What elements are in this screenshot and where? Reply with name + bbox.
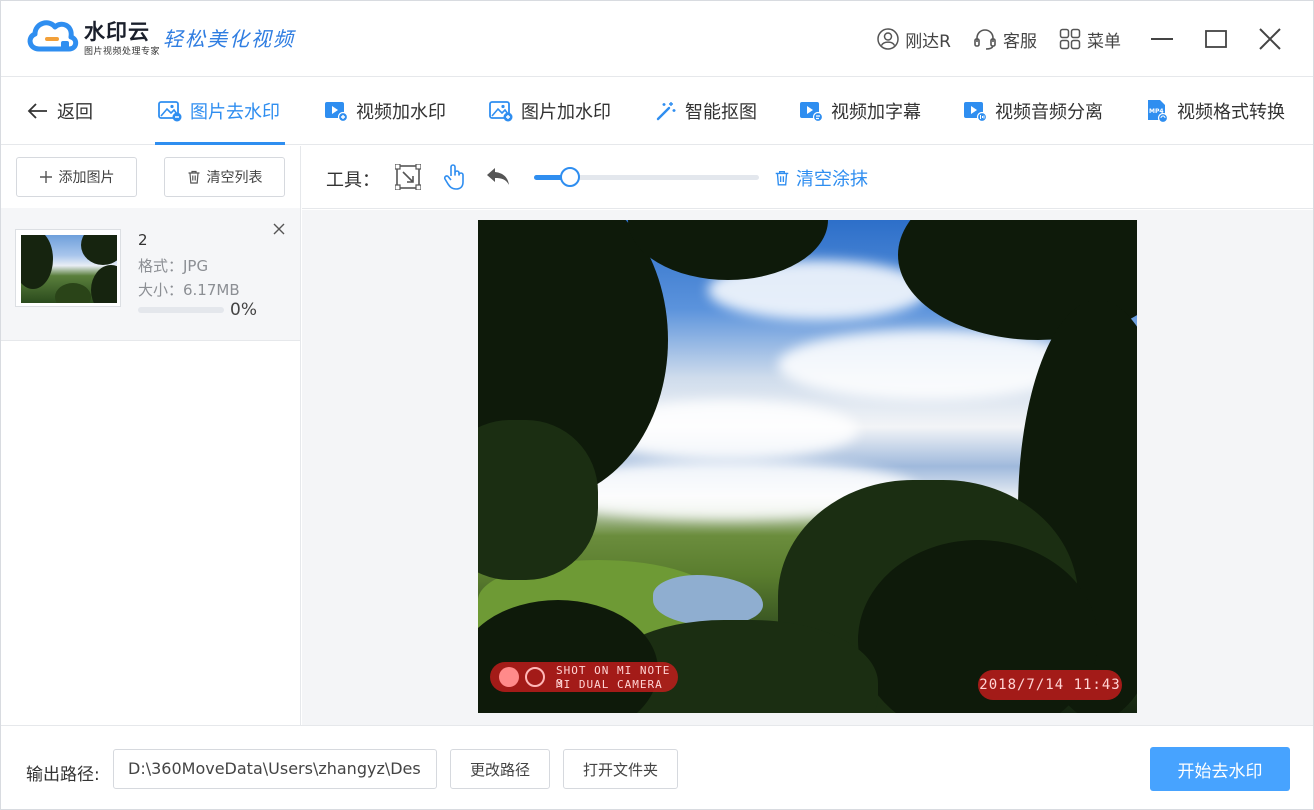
slogan: 轻松美化视频 bbox=[163, 27, 295, 51]
preview-image[interactable]: SHOT ON MI NOTE 3 MI DUAL CAMERA 2018/7/… bbox=[478, 220, 1137, 713]
brand-name: 水印云 bbox=[84, 20, 150, 44]
file-progress-percent: 0% bbox=[230, 300, 257, 320]
menu-label: 菜单 bbox=[1087, 31, 1121, 52]
open-folder-button[interactable]: 打开文件夹 bbox=[563, 749, 678, 789]
resize-box-icon bbox=[395, 164, 421, 190]
output-footer: 输出路径: D:\360MoveData\Users\zhangyz\Des 更… bbox=[1, 725, 1313, 809]
grid-menu-icon bbox=[1059, 28, 1081, 50]
hand-pointer-icon bbox=[443, 164, 464, 190]
back-label: 返回 bbox=[57, 102, 93, 123]
headset-icon bbox=[974, 29, 996, 50]
clear-list-label: 清空列表 bbox=[206, 170, 263, 186]
file-progress-bar bbox=[138, 307, 224, 313]
start-remove-watermark-button[interactable]: 开始去水印 bbox=[1150, 747, 1290, 791]
output-path-field[interactable]: D:\360MoveData\Users\zhangyz\Des bbox=[113, 749, 437, 789]
preview-canvas: SHOT ON MI NOTE 3 MI DUAL CAMERA 2018/7/… bbox=[302, 210, 1313, 725]
cloud-logo-icon bbox=[27, 20, 79, 52]
video-audio-icon bbox=[964, 102, 987, 122]
select-region-tool[interactable] bbox=[394, 163, 422, 191]
tab-label: 图片加水印 bbox=[521, 102, 611, 123]
change-path-label: 更改路径 bbox=[469, 760, 530, 779]
maximize-icon bbox=[1205, 30, 1227, 48]
brush-size-slider[interactable] bbox=[534, 167, 759, 187]
tab-label: 智能抠图 bbox=[685, 102, 757, 123]
watermark-text-line2: MI DUAL CAMERA bbox=[556, 678, 663, 691]
image-edit-icon bbox=[158, 101, 182, 122]
date-watermark: 2018/7/14 11:43 bbox=[978, 670, 1122, 700]
menu-button[interactable]: 菜单 bbox=[1059, 27, 1121, 52]
clear-paint-label: 清空涂抹 bbox=[796, 169, 868, 190]
change-path-button[interactable]: 更改路径 bbox=[450, 749, 550, 789]
list-item[interactable]: 2 格式：JPG 大小：6.17MB 0% bbox=[1, 208, 300, 341]
trash-icon bbox=[188, 170, 199, 184]
video-add-icon bbox=[325, 102, 348, 122]
tab-video-add-subtitles[interactable]: 视频加字幕 bbox=[799, 96, 921, 126]
tab-label: 视频音频分离 bbox=[995, 102, 1103, 123]
undo-tool[interactable] bbox=[484, 163, 512, 191]
customer-service-label: 客服 bbox=[1003, 31, 1037, 52]
close-icon bbox=[1259, 28, 1281, 50]
close-window-button[interactable] bbox=[1257, 26, 1283, 52]
output-path-label: 输出路径: bbox=[26, 765, 100, 785]
tab-label: 图片去水印 bbox=[190, 102, 280, 123]
titlebar-actions: 刚达R 客服 菜单 bbox=[855, 23, 1283, 55]
file-size: 大小：6.17MB bbox=[138, 281, 240, 299]
hand-pan-tool[interactable] bbox=[440, 163, 468, 191]
file-list-panel: 添加图片 清空列表 2 格式：JPG 大小：6.17MB 0% bbox=[1, 146, 301, 725]
undo-arrow-icon bbox=[487, 168, 509, 185]
tab-image-remove-watermark[interactable]: 图片去水印 bbox=[158, 96, 280, 126]
back-button[interactable]: 返回 bbox=[27, 98, 93, 124]
plus-icon bbox=[39, 171, 52, 183]
tab-video-add-watermark[interactable]: 视频加水印 bbox=[324, 96, 446, 126]
tab-smart-cutout[interactable]: 智能抠图 bbox=[655, 96, 757, 126]
feature-nav: 返回 图片去水印 视频加水印 图片加水印 智能抠图 视频加字幕 视频音频分离 M… bbox=[1, 78, 1313, 145]
user-icon bbox=[877, 28, 899, 50]
maximize-button[interactable] bbox=[1203, 26, 1229, 52]
tab-label: 视频加字幕 bbox=[831, 102, 921, 123]
title-bar: 水印云 图片视频处理专家 轻松美化视频 刚达R 客服 菜单 bbox=[1, 1, 1313, 77]
tab-image-add-watermark[interactable]: 图片加水印 bbox=[489, 96, 611, 126]
tools-label: 工具： bbox=[326, 170, 380, 191]
camera-watermark-left: SHOT ON MI NOTE 3 MI DUAL CAMERA bbox=[490, 662, 678, 692]
app-window: 水印云 图片视频处理专家 轻松美化视频 刚达R 客服 菜单 返回 图片去水印 视… bbox=[0, 0, 1314, 810]
tab-label: 视频加水印 bbox=[356, 102, 446, 123]
minimize-button[interactable] bbox=[1149, 26, 1175, 52]
thumbnail-image bbox=[21, 235, 117, 303]
clear-paint-button[interactable]: 清空涂抹 bbox=[774, 165, 868, 191]
tab-label: 视频格式转换 bbox=[1177, 102, 1285, 123]
user-account-button[interactable]: 刚达R bbox=[877, 27, 951, 52]
file-format: 格式：JPG bbox=[138, 257, 209, 275]
file-thumbnail bbox=[15, 229, 121, 307]
active-tab-indicator bbox=[155, 142, 285, 145]
customer-service-button[interactable]: 客服 bbox=[973, 27, 1037, 52]
minimize-icon bbox=[1151, 38, 1173, 40]
tool-bar: 工具： 清空涂抹 bbox=[302, 146, 1313, 209]
image-add-icon bbox=[489, 101, 513, 122]
remove-file-icon[interactable] bbox=[272, 222, 286, 236]
arrow-left-icon bbox=[27, 103, 47, 119]
video-subtitle-icon bbox=[800, 102, 823, 122]
file-name: 2 bbox=[138, 231, 148, 249]
tab-video-format-convert[interactable]: MP4 视频格式转换 bbox=[1145, 96, 1285, 126]
open-folder-label: 打开文件夹 bbox=[582, 760, 658, 779]
trash-icon bbox=[775, 171, 789, 186]
user-name: 刚达R bbox=[905, 31, 951, 52]
clear-list-button[interactable]: 清空列表 bbox=[164, 157, 285, 197]
tab-video-audio-separate[interactable]: 视频音频分离 bbox=[963, 96, 1103, 126]
add-image-label: 添加图片 bbox=[58, 170, 115, 186]
brand-subtitle: 图片视频处理专家 bbox=[84, 47, 161, 57]
magic-wand-icon bbox=[656, 102, 676, 121]
mp4-file-icon: MP4 bbox=[1148, 100, 1169, 123]
start-label: 开始去水印 bbox=[1177, 761, 1263, 782]
add-image-button[interactable]: 添加图片 bbox=[16, 157, 137, 197]
slider-handle[interactable] bbox=[560, 167, 580, 187]
